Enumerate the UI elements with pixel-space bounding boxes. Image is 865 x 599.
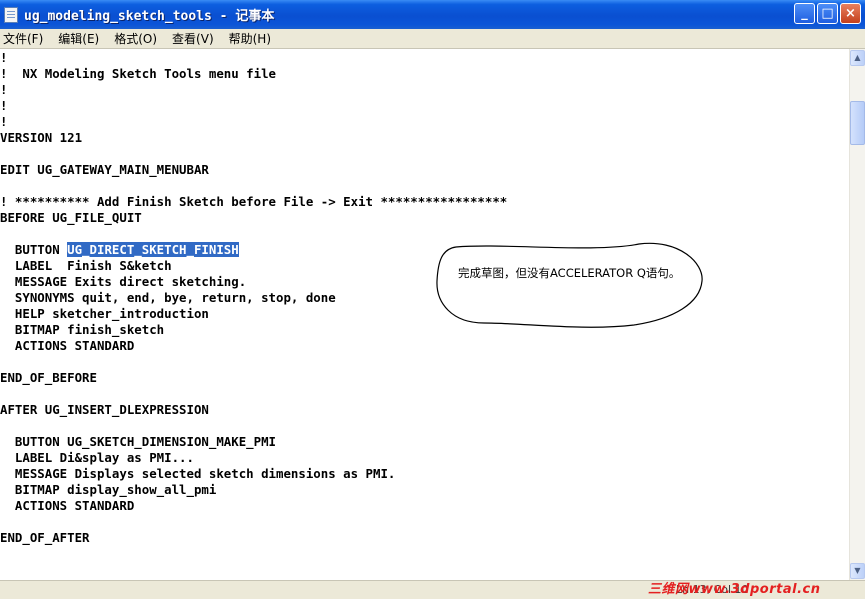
watermark: 三维网www.3dportal.cn (648, 582, 821, 597)
line-text: BUTTON (0, 242, 68, 257)
text-line[interactable]: ! (0, 98, 507, 114)
text-line[interactable]: LABEL Finish S&ketch (0, 258, 507, 274)
window-controls: _ □ × (794, 3, 861, 24)
line-text: SYNONYMS quit, end, bye, return, stop, d… (0, 290, 336, 305)
line-text: BITMAP display_show_all_pmi (0, 482, 217, 497)
title-bar[interactable]: ug_modeling_sketch_tools - 记事本 _ □ × (0, 0, 865, 29)
text-line[interactable]: MESSAGE Exits direct sketching. (0, 274, 507, 290)
text-line[interactable]: BUTTON UG_DIRECT_SKETCH_FINISH (0, 242, 507, 258)
text-line[interactable]: ! (0, 50, 507, 66)
line-text: BITMAP finish_sketch (0, 322, 165, 337)
text-line[interactable]: BITMAP display_show_all_pmi (0, 482, 507, 498)
text-line[interactable]: ACTIONS STANDARD (0, 338, 507, 354)
callout-bubble (436, 242, 703, 328)
minimize-icon[interactable]: _ (794, 3, 815, 24)
line-text: ! (0, 50, 8, 65)
line-text: ! (0, 114, 8, 129)
line-text: LABEL Di&splay as PMI... (0, 450, 194, 465)
line-text: MESSAGE Displays selected sketch dimensi… (0, 466, 396, 481)
text-line[interactable] (0, 514, 507, 530)
text-line[interactable] (0, 354, 507, 370)
scrollbar-thumb[interactable] (850, 101, 865, 145)
text-line[interactable]: BUTTON UG_SKETCH_DIMENSION_MAKE_PMI (0, 434, 507, 450)
callout-text: 完成草图，但没有ACCELERATOR Q语句。 (458, 266, 681, 280)
line-text: ACTIONS STANDARD (0, 498, 135, 513)
text-line[interactable]: SYNONYMS quit, end, bye, return, stop, d… (0, 290, 507, 306)
line-text: END_OF_BEFORE (0, 370, 97, 385)
menu-file[interactable]: 文件(F) (0, 30, 47, 47)
scroll-down-icon[interactable]: ▼ (850, 563, 865, 579)
line-text: ! ********** Add Finish Sketch before Fi… (0, 194, 508, 209)
text-line[interactable]: ! (0, 114, 507, 130)
line-text: EDIT UG_GATEWAY_MAIN_MENUBAR (0, 162, 209, 177)
window-title: ug_modeling_sketch_tools - 记事本 (24, 9, 275, 24)
text-line[interactable]: EDIT UG_GATEWAY_MAIN_MENUBAR (0, 162, 507, 178)
line-text: ! NX Modeling Sketch Tools menu file (0, 66, 277, 81)
line-text: END_OF_AFTER (0, 530, 90, 545)
vertical-scrollbar[interactable]: ▲ ▼ (849, 49, 865, 580)
text-line[interactable] (0, 418, 507, 434)
text-line[interactable]: BEFORE UG_FILE_QUIT (0, 210, 507, 226)
menu-format[interactable]: 格式(O) (111, 30, 161, 47)
scroll-up-icon[interactable]: ▲ (850, 50, 865, 66)
text-line[interactable]: ! ********** Add Finish Sketch before Fi… (0, 194, 507, 210)
text-line[interactable]: ACTIONS STANDARD (0, 498, 507, 514)
line-text: ! (0, 82, 8, 97)
text-line[interactable]: END_OF_AFTER (0, 530, 507, 546)
editor-content[interactable]: !! NX Modeling Sketch Tools menu file!!!… (0, 50, 507, 546)
line-text: ACTIONS STANDARD (0, 338, 135, 353)
text-line[interactable] (0, 146, 507, 162)
selected-text[interactable]: UG_DIRECT_SKETCH_FINISH (67, 242, 239, 257)
line-text: BUTTON UG_SKETCH_DIMENSION_MAKE_PMI (0, 434, 277, 449)
text-line[interactable] (0, 178, 507, 194)
text-line[interactable] (0, 226, 507, 242)
line-text: LABEL Finish S&ketch (0, 258, 172, 273)
close-icon[interactable]: × (840, 3, 861, 24)
menu-help[interactable]: 帮助(H) (226, 30, 275, 47)
text-line[interactable]: HELP sketcher_introduction (0, 306, 507, 322)
text-editor[interactable]: !! NX Modeling Sketch Tools menu file!!!… (0, 49, 849, 580)
line-text: BEFORE UG_FILE_QUIT (0, 210, 142, 225)
maximize-icon[interactable]: □ (817, 3, 838, 24)
text-line[interactable]: AFTER UG_INSERT_DLEXPRESSION (0, 402, 507, 418)
menu-edit[interactable]: 编辑(E) (55, 30, 103, 47)
line-text: VERSION 121 (0, 130, 83, 145)
text-line[interactable]: BITMAP finish_sketch (0, 322, 507, 338)
line-text: MESSAGE Exits direct sketching. (0, 274, 247, 289)
text-line[interactable]: LABEL Di&splay as PMI... (0, 450, 507, 466)
line-text: HELP sketcher_introduction (0, 306, 209, 321)
text-line[interactable]: END_OF_BEFORE (0, 370, 507, 386)
text-line[interactable]: ! NX Modeling Sketch Tools menu file (0, 66, 507, 82)
text-line[interactable]: VERSION 121 (0, 130, 507, 146)
notepad-icon[interactable] (4, 6, 18, 23)
text-line[interactable]: ! (0, 82, 507, 98)
text-line[interactable] (0, 386, 507, 402)
menu-view[interactable]: 查看(V) (169, 30, 218, 47)
text-line[interactable]: MESSAGE Displays selected sketch dimensi… (0, 466, 507, 482)
line-text: AFTER UG_INSERT_DLEXPRESSION (0, 402, 209, 417)
menu-bar: 文件(F) 编辑(E) 格式(O) 查看(V) 帮助(H) (0, 29, 865, 49)
line-text: ! (0, 98, 8, 113)
